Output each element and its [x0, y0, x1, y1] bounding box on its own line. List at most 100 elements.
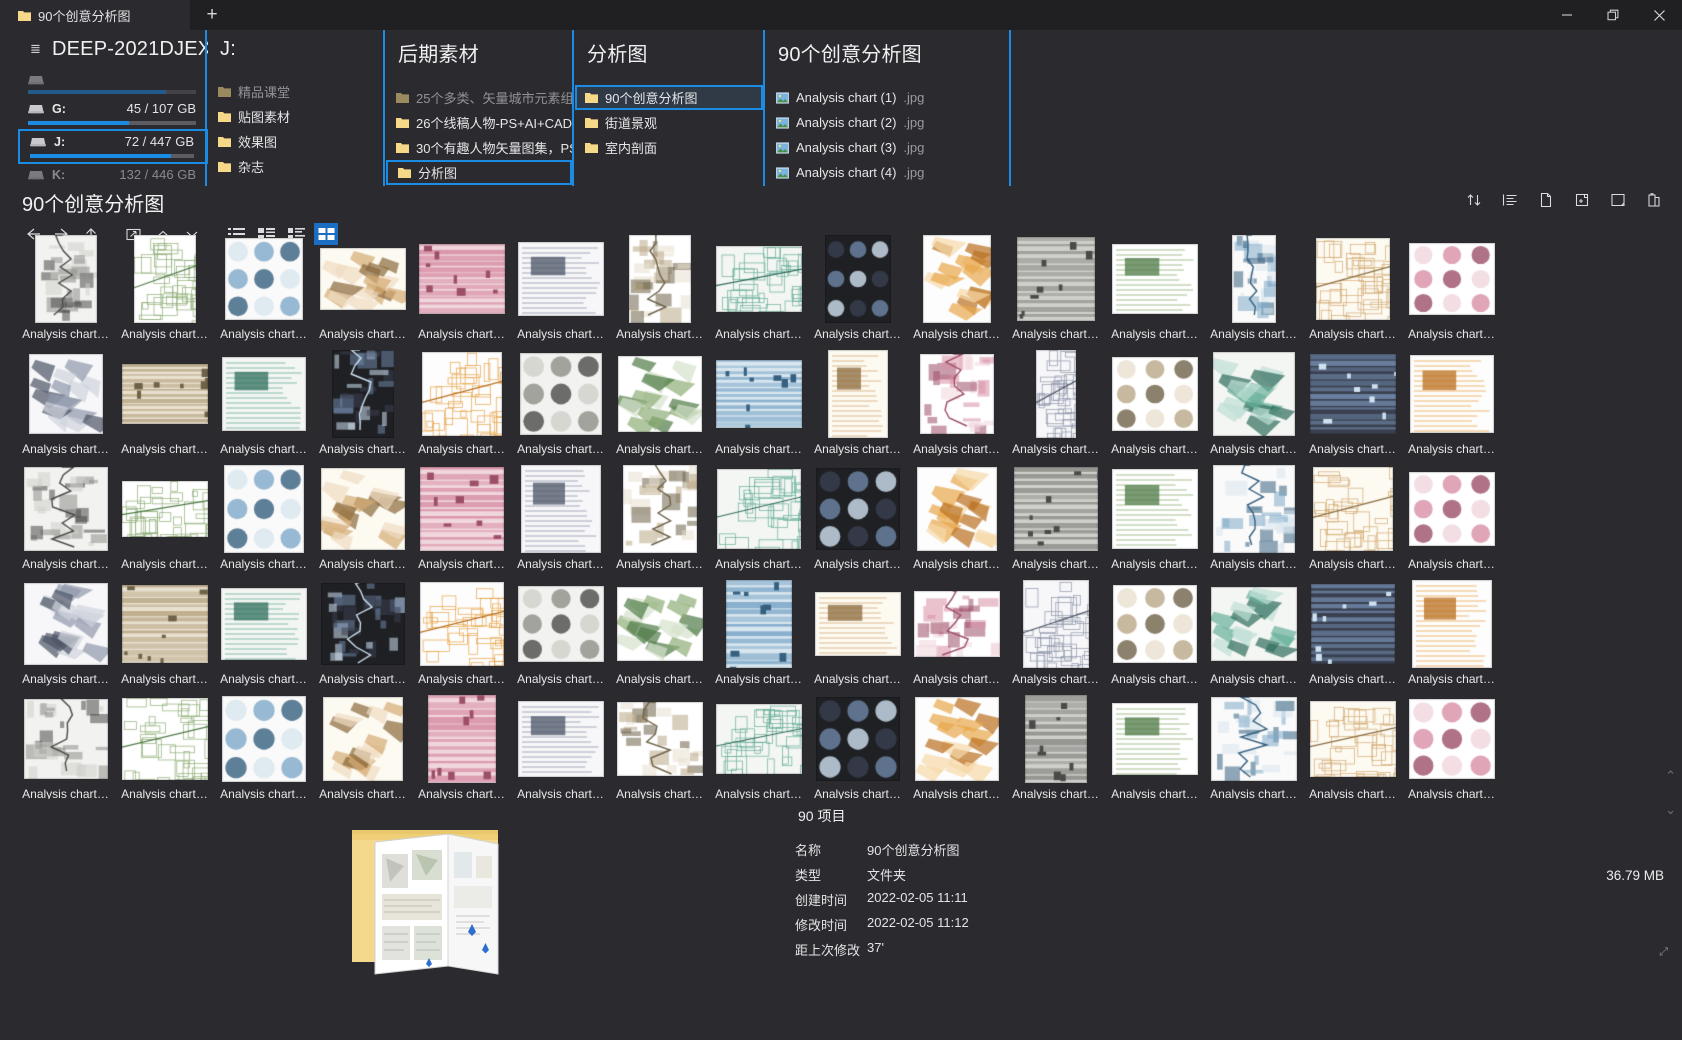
drive-row-k[interactable]: K: 132 / 446 GB — [18, 164, 208, 186]
drive-row-g[interactable]: G: 45 / 107 GB — [18, 98, 208, 129]
paste-icon[interactable] — [1642, 188, 1666, 212]
scrollbar[interactable]: ⌃ ⌄ — [1665, 768, 1676, 818]
grid-item[interactable]: Analysis chart… — [214, 234, 313, 349]
grid-item[interactable]: Analysis chart… — [907, 464, 1006, 579]
menu-icon[interactable]: ≣ — [30, 41, 45, 57]
list-item[interactable]: 26个线稿人物-PS+AI+CAD — [386, 110, 572, 135]
grid-item[interactable]: Analysis chart… — [214, 464, 313, 579]
grid-item[interactable]: Analysis chart… — [808, 349, 907, 464]
grid-item[interactable]: Analysis chart… — [511, 579, 610, 694]
grid-item[interactable]: Analysis chart… — [16, 694, 115, 799]
preview-pane-icon[interactable] — [1606, 188, 1630, 212]
grid-item[interactable]: Analysis chart… — [610, 579, 709, 694]
grid-item[interactable]: Analysis chart… — [1303, 234, 1402, 349]
list-item[interactable]: Analysis chart (2) .jpg — [766, 110, 1009, 135]
chevron-up-icon[interactable]: ⌃ — [1665, 768, 1676, 784]
sort-icon[interactable] — [1462, 188, 1486, 212]
grid-item[interactable]: Analysis chart… — [1402, 349, 1501, 464]
list-item[interactable]: 25个多类、矢量城市元素组件，… — [386, 85, 572, 110]
grid-item[interactable]: Analysis chart… — [1204, 579, 1303, 694]
new-folder-icon[interactable] — [1570, 188, 1594, 212]
grid-item[interactable]: Analysis chart… — [16, 349, 115, 464]
grid-item[interactable]: Analysis chart… — [1402, 579, 1501, 694]
grid-item[interactable]: Analysis chart… — [1105, 464, 1204, 579]
grid-item[interactable]: Analysis chart… — [808, 234, 907, 349]
chevron-down-icon[interactable]: ⌄ — [1665, 802, 1676, 818]
grid-item[interactable]: Analysis chart… — [511, 464, 610, 579]
grid-item[interactable]: Analysis chart… — [907, 349, 1006, 464]
grid-item[interactable]: Analysis chart… — [412, 579, 511, 694]
grid-item[interactable]: Analysis chart… — [313, 579, 412, 694]
grid-item[interactable]: Analysis chart… — [1204, 464, 1303, 579]
grid-item[interactable]: Analysis chart… — [115, 349, 214, 464]
grid-item[interactable]: Analysis chart… — [412, 234, 511, 349]
minimize-button[interactable] — [1544, 0, 1590, 30]
grid-item[interactable]: Analysis chart… — [1006, 464, 1105, 579]
grid-item[interactable]: Analysis chart… — [313, 349, 412, 464]
grid-item[interactable]: Analysis chart… — [313, 694, 412, 799]
grid-item[interactable]: Analysis chart… — [511, 234, 610, 349]
tab-90-creative-analysis[interactable]: 90个创意分析图 — [0, 0, 190, 30]
grid-item[interactable]: Analysis chart… — [610, 349, 709, 464]
list-item[interactable]: 贴图素材 — [208, 104, 383, 129]
zoom-icon[interactable]: ⤢ — [1659, 946, 1668, 959]
grid-item[interactable]: Analysis chart… — [907, 234, 1006, 349]
grid-item[interactable]: Analysis chart… — [1303, 464, 1402, 579]
grid-item[interactable]: Analysis chart… — [214, 349, 313, 464]
grid-item[interactable]: Analysis chart… — [1303, 579, 1402, 694]
grid-item[interactable]: Analysis chart… — [115, 579, 214, 694]
new-file-icon[interactable] — [1534, 188, 1558, 212]
grid-item[interactable]: Analysis chart… — [1303, 694, 1402, 799]
grid-item[interactable]: Analysis chart… — [511, 694, 610, 799]
list-item[interactable]: Analysis chart (3) .jpg — [766, 135, 1009, 160]
grid-item[interactable]: Analysis chart… — [214, 694, 313, 799]
list-item[interactable]: 精品课堂 — [208, 79, 383, 104]
list-item[interactable]: 室内剖面 — [575, 135, 763, 160]
grid-item[interactable]: Analysis chart… — [1402, 694, 1501, 799]
restore-button[interactable] — [1590, 0, 1636, 30]
grid-item[interactable]: Analysis chart… — [1402, 464, 1501, 579]
grid-item[interactable]: Analysis chart… — [610, 464, 709, 579]
grid-item[interactable]: Analysis chart… — [412, 349, 511, 464]
grid-item[interactable]: Analysis chart… — [1402, 234, 1501, 349]
grid-item[interactable]: Analysis chart… — [115, 464, 214, 579]
grid-item[interactable]: Analysis chart… — [511, 349, 610, 464]
list-item[interactable]: 30个有趣人物矢量图集，PS… — [386, 135, 572, 160]
list-item-selected-analysis[interactable]: 分析图 — [386, 160, 572, 185]
grid-item[interactable]: Analysis chart… — [709, 234, 808, 349]
new-tab-button[interactable]: + — [190, 0, 234, 30]
grid-item[interactable]: Analysis chart… — [709, 694, 808, 799]
grid-item[interactable]: Analysis chart… — [709, 464, 808, 579]
grid-item[interactable]: Analysis chart… — [1105, 349, 1204, 464]
grid-item[interactable]: Analysis chart… — [1006, 694, 1105, 799]
list-item[interactable]: Analysis chart (1) .jpg — [766, 85, 1009, 110]
grid-item[interactable]: Analysis chart… — [709, 579, 808, 694]
grid-item[interactable]: Analysis chart… — [1006, 579, 1105, 694]
grid-item[interactable]: Analysis chart… — [907, 579, 1006, 694]
grid-item[interactable]: Analysis chart… — [115, 234, 214, 349]
grid-item[interactable]: Analysis chart… — [1105, 694, 1204, 799]
grid-item[interactable]: Analysis chart… — [1105, 234, 1204, 349]
grid-item[interactable]: Analysis chart… — [16, 464, 115, 579]
list-item[interactable]: 街道景观 — [575, 110, 763, 135]
grid-item[interactable]: Analysis chart… — [1204, 694, 1303, 799]
grid-item[interactable]: Analysis chart… — [412, 694, 511, 799]
drive-row-j[interactable]: J: 72 / 447 GB — [18, 129, 208, 164]
grid-item[interactable]: Analysis chart… — [313, 464, 412, 579]
thumbnail-grid[interactable]: Analysis chart… Analysis chart… Analysis c… — [16, 234, 1666, 799]
list-item-selected-90[interactable]: 90个创意分析图 — [575, 85, 763, 110]
grid-item[interactable]: Analysis chart… — [808, 579, 907, 694]
list-item[interactable]: 杂志 — [208, 154, 383, 179]
list-item[interactable]: Analysis chart (4) .jpg — [766, 160, 1009, 185]
grid-item[interactable]: Analysis chart… — [1303, 349, 1402, 464]
grid-item[interactable]: Analysis chart… — [16, 579, 115, 694]
grid-item[interactable]: Analysis chart… — [907, 694, 1006, 799]
close-button[interactable] — [1636, 0, 1682, 30]
grid-item[interactable]: Analysis chart… — [610, 234, 709, 349]
grid-item[interactable]: Analysis chart… — [1204, 349, 1303, 464]
grid-item[interactable]: Analysis chart… — [610, 694, 709, 799]
grid-item[interactable]: Analysis chart… — [412, 464, 511, 579]
grid-item[interactable]: Analysis chart… — [1105, 579, 1204, 694]
list-item[interactable]: 效果图 — [208, 129, 383, 154]
group-icon[interactable] — [1498, 188, 1522, 212]
